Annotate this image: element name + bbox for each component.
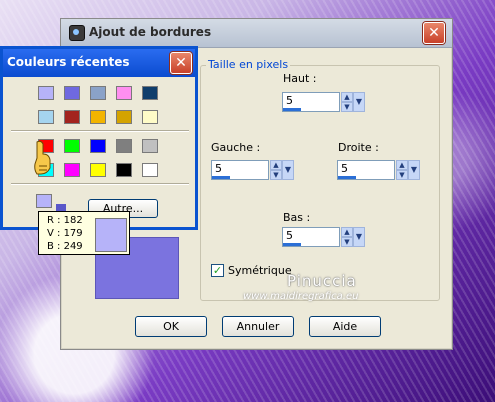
popup-close-button[interactable]: ✕ [170, 52, 192, 74]
recent-colors-popup: Couleurs récentes ✕ Autre... [0, 46, 198, 230]
color-swatch[interactable] [90, 163, 106, 177]
color-swatch[interactable] [64, 139, 80, 153]
color-swatch[interactable] [142, 86, 158, 100]
current-color-swatch[interactable] [36, 194, 52, 208]
color-swatch[interactable] [90, 86, 106, 100]
droite-down-arrow-icon[interactable]: ▼ [396, 170, 408, 180]
symetrique-checkbox[interactable]: ✓ [211, 264, 224, 277]
symetrique-label[interactable]: Symétrique [228, 264, 292, 277]
gauche-up-arrow-icon[interactable]: ▲ [270, 160, 282, 170]
haut-label: Haut : [283, 72, 317, 85]
ok-button[interactable]: OK [135, 316, 207, 337]
color-swatch[interactable] [38, 86, 54, 100]
droite-dropdown-icon[interactable]: ▼ [408, 160, 420, 180]
droite-spinner[interactable]: 5 ▲ ▼ ▼ [337, 160, 420, 180]
bas-spinner[interactable]: 5 ▲ ▼ ▼ [282, 227, 365, 247]
help-button[interactable]: Aide [309, 316, 381, 337]
cancel-button[interactable]: Annuler [222, 316, 294, 337]
tooltip-color-swatch [95, 218, 127, 252]
droite-up-arrow-icon[interactable]: ▲ [396, 160, 408, 170]
color-swatch[interactable] [90, 139, 106, 153]
color-swatch[interactable] [116, 110, 132, 124]
gauche-slider-bar[interactable] [212, 176, 230, 179]
bas-slider-bar[interactable] [283, 243, 301, 246]
watermark-name: Pinuccia [287, 272, 357, 290]
droite-slider-bar[interactable] [338, 176, 356, 179]
color-swatch[interactable] [38, 110, 54, 124]
swatch-separator [11, 183, 189, 185]
color-swatch[interactable] [142, 163, 158, 177]
gauche-down-arrow-icon[interactable]: ▼ [270, 170, 282, 180]
gauche-spinner[interactable]: 5 ▲ ▼ ▼ [211, 160, 294, 180]
haut-dropdown-icon[interactable]: ▼ [353, 92, 365, 112]
app-camera-icon [69, 25, 85, 41]
haut-slider-bar[interactable] [283, 108, 301, 111]
color-swatch[interactable] [116, 86, 132, 100]
tooltip-v: V : 179 [47, 228, 83, 239]
popup-title: Couleurs récentes [7, 55, 130, 69]
haut-down-arrow-icon[interactable]: ▼ [341, 102, 353, 112]
size-group-label: Taille en pixels [206, 58, 291, 71]
color-swatch[interactable] [116, 163, 132, 177]
watermark-url: www.maidiregrafica.eu [243, 291, 359, 302]
color-swatch[interactable] [64, 86, 80, 100]
gauche-label: Gauche : [211, 141, 261, 154]
haut-up-arrow-icon[interactable]: ▲ [341, 92, 353, 102]
pointing-hand-cursor-icon [34, 140, 51, 175]
color-swatch[interactable] [90, 110, 106, 124]
gauche-dropdown-icon[interactable]: ▼ [282, 160, 294, 180]
color-tooltip: R : 182 V : 179 B : 249 [38, 211, 130, 255]
swatch-separator [11, 130, 189, 132]
dialog-close-button[interactable]: ✕ [423, 22, 445, 44]
tooltip-b: B : 249 [47, 241, 83, 252]
droite-label: Droite : [338, 141, 379, 154]
color-swatch[interactable] [116, 139, 132, 153]
tooltip-r: R : 182 [47, 215, 83, 226]
bas-down-arrow-icon[interactable]: ▼ [341, 237, 353, 247]
bas-up-arrow-icon[interactable]: ▲ [341, 227, 353, 237]
dialog-title: Ajout de bordures [89, 25, 212, 39]
bas-label: Bas : [283, 211, 311, 224]
haut-spinner[interactable]: 5 ▲ ▼ ▼ [282, 92, 365, 112]
color-swatch[interactable] [142, 110, 158, 124]
color-swatch[interactable] [64, 163, 80, 177]
bas-dropdown-icon[interactable]: ▼ [353, 227, 365, 247]
color-swatch[interactable] [64, 110, 80, 124]
color-swatch[interactable] [142, 139, 158, 153]
dialog-titlebar[interactable]: Ajout de bordures ✕ [61, 19, 452, 48]
popup-titlebar[interactable]: Couleurs récentes ✕ [3, 49, 195, 77]
